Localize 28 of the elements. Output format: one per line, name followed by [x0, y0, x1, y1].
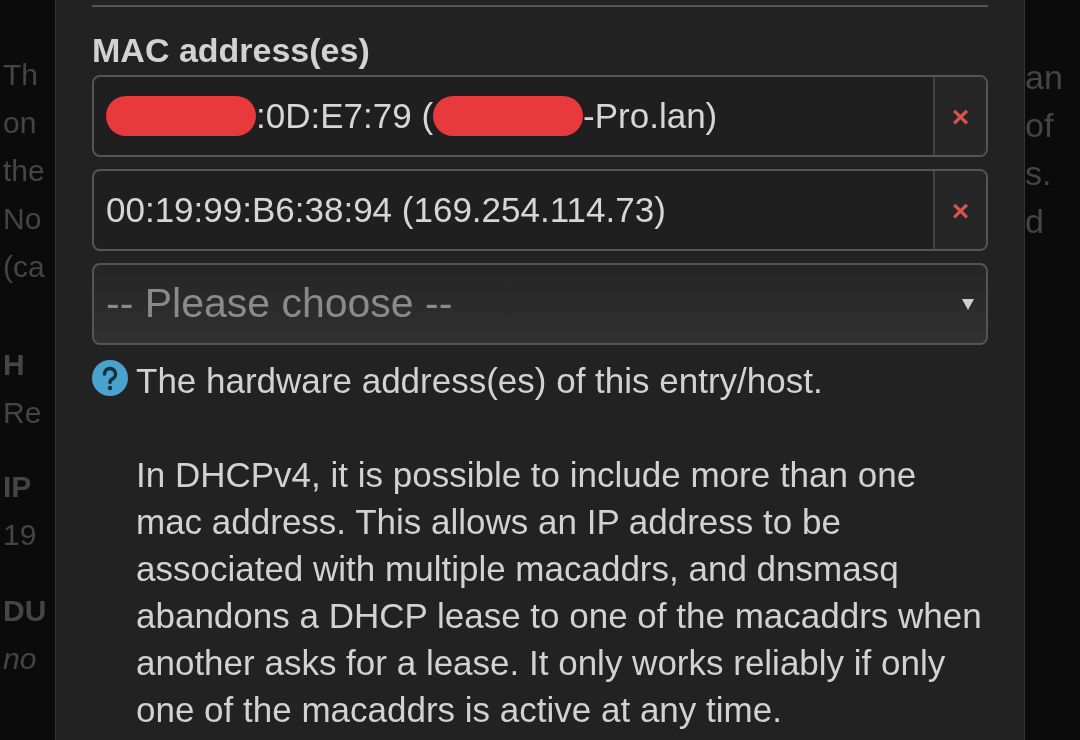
background-text: No: [3, 201, 43, 237]
help-text: The hardware address(es) of this entry/host.: [136, 360, 824, 402]
background-text: (ca: [3, 249, 46, 285]
background-text: IP: [3, 469, 33, 505]
remove-button[interactable]: ×: [933, 171, 986, 249]
help-icon[interactable]: [92, 360, 128, 396]
caret-icon: [962, 298, 974, 310]
background-text: H: [3, 347, 26, 383]
background-text: on: [3, 105, 38, 141]
background-text: the: [3, 153, 46, 189]
mac-address-text: -Pro.lan): [583, 94, 718, 137]
help-text: In DHCPv4, it is possible to include more than one mac address. This allows an IP address to be associated with multiple macaddrs, and dnsmasq abandons a DHCP lease to one of the macaddrs when another asks for a lease. It only works reliably if only one of the macaddrs is active at any time.: [136, 454, 983, 731]
background-text: 19: [3, 517, 38, 553]
background-text: no: [3, 641, 38, 677]
field-label: MAC address(es): [92, 31, 371, 69]
mac-entry-field[interactable]: :0D:E7:79 ( -Pro.lan) ×: [92, 75, 988, 157]
background-text: of: [1025, 105, 1055, 146]
background-text: d: [1025, 201, 1045, 242]
mac-address-text: 00:19:99:B6:38:94 (169.254.114.73): [106, 188, 666, 231]
background-text: DU: [3, 593, 48, 629]
mac-entry-field[interactable]: 00:19:99:B6:38:94 (169.254.114.73) ×: [92, 169, 988, 251]
background-text: an: [1025, 57, 1064, 98]
mac-address-text: :0D:E7:79 (: [256, 94, 434, 137]
background-text: Th: [3, 57, 39, 93]
mac-select[interactable]: -- Please choose --: [92, 263, 988, 345]
background-text: Re: [3, 395, 43, 431]
remove-button[interactable]: ×: [933, 77, 986, 155]
background-text: s.: [1025, 153, 1053, 194]
